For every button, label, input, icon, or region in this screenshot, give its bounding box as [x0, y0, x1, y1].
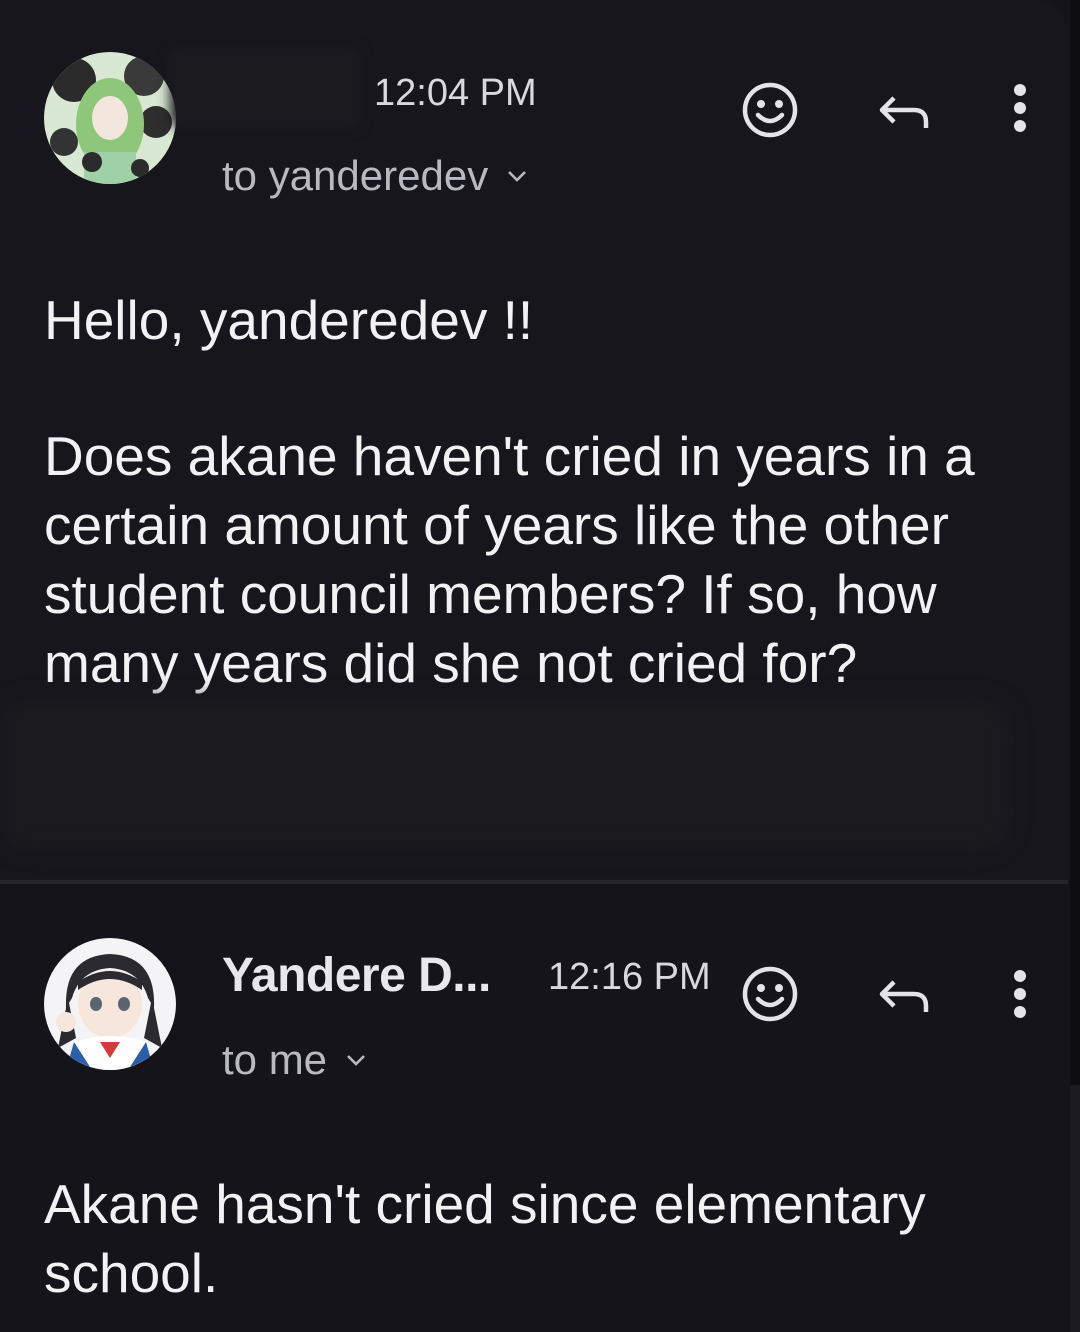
recipient-toggle[interactable]: to me [222, 1036, 367, 1084]
recipient-toggle[interactable]: to yanderedev [222, 152, 528, 200]
recipient-label: to me [222, 1036, 328, 1083]
message-time: 12:16 PM [548, 956, 711, 998]
reply-arrow-icon[interactable] [874, 80, 934, 140]
smiley-face-icon[interactable] [740, 964, 800, 1024]
sender-avatar[interactable] [44, 938, 176, 1070]
chevron-down-icon [508, 171, 527, 182]
sender-avatar[interactable] [44, 52, 176, 184]
smiley-face-icon[interactable] [740, 80, 800, 140]
more-vertical-icon[interactable] [990, 964, 1050, 1024]
reply-arrow-icon[interactable] [874, 964, 934, 1024]
sender-name: Yandere D... [222, 949, 491, 1002]
redacted-sender-name [170, 48, 360, 128]
redacted-signature [0, 700, 1010, 850]
email-message-2: Yandere D... 12:16 PM to me Akane hasn't… [0, 884, 1068, 1332]
recipient-label: to yanderedev [222, 152, 489, 199]
scrollbar[interactable] [1070, 0, 1080, 1332]
chevron-down-icon [347, 1055, 365, 1066]
more-vertical-icon[interactable] [990, 78, 1050, 138]
message-body: Akane hasn't cried since elementary scho… [44, 1173, 926, 1304]
email-message-1: 12:04 PM to yanderedev Hello, yanderedev… [0, 0, 1068, 880]
message-greeting: Hello, yanderedev !! [44, 289, 534, 351]
message-body: Does akane haven't cried in years in a c… [44, 425, 975, 694]
message-time: 12:04 PM [374, 72, 537, 114]
